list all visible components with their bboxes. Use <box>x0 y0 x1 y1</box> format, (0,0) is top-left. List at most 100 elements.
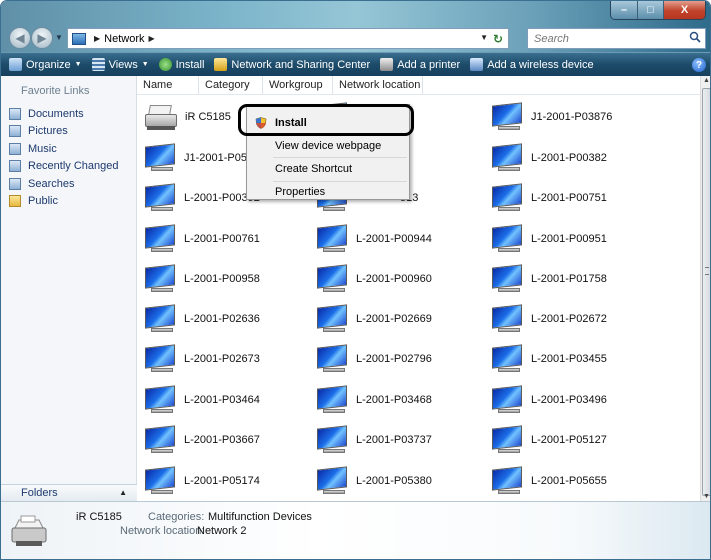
list-item[interactable]: L-2001-P03468 <box>315 380 432 420</box>
network-center-icon <box>214 58 228 71</box>
list-item[interactable]: L-2001-P00392 <box>143 178 260 218</box>
menu-item-view-webpage[interactable]: View device webpage <box>249 136 407 156</box>
item-label: L-2001-P00958 <box>184 273 260 285</box>
back-button[interactable]: ◀ <box>9 27 31 49</box>
title-bar[interactable]: – □ X <box>1 1 710 21</box>
close-button[interactable]: X <box>663 1 705 19</box>
column-network-location[interactable]: Network location <box>333 76 423 95</box>
list-item[interactable]: L-2001-P00382 <box>490 138 607 178</box>
item-label: L-2001-P05655 <box>531 475 607 487</box>
computer-icon <box>490 304 524 333</box>
network-center-button[interactable]: Network and Sharing Center <box>214 58 370 71</box>
breadcrumb-network[interactable]: Network <box>104 33 144 45</box>
menu-item-create-shortcut[interactable]: Create Shortcut <box>249 159 407 179</box>
list-item[interactable]: L-2001-P05174 <box>143 461 260 501</box>
add-wireless-button[interactable]: Add a wireless device <box>470 58 594 71</box>
breadcrumb-separator-icon[interactable]: ▶ <box>149 34 155 43</box>
computer-icon <box>490 102 524 131</box>
item-label: L-2001-P03496 <box>531 394 607 406</box>
list-item[interactable]: L-2001-P03464 <box>143 380 260 420</box>
printer-small-icon <box>380 58 394 71</box>
scroll-up-icon[interactable]: ▲ <box>703 77 710 84</box>
list-item[interactable]: L-2001-P02636 <box>143 299 260 339</box>
item-label: L-2001-P05380 <box>356 475 432 487</box>
install-button[interactable]: Install <box>158 58 204 71</box>
column-workgroup[interactable]: Workgroup <box>263 76 333 95</box>
list-item[interactable]: L-2001-P05380 <box>315 461 432 501</box>
address-row: ◀ ▶ ▼ ▶ Network ▶ ▼ ↻ <box>1 21 710 52</box>
list-item[interactable]: L-2001-P03737 <box>315 420 432 460</box>
search-icon[interactable] <box>689 31 701 43</box>
list-item[interactable]: L-2001-P05127 <box>490 420 607 460</box>
views-button[interactable]: Views ▼ <box>91 58 149 71</box>
computer-icon <box>143 304 177 333</box>
recent-pages-dropdown[interactable]: ▼ <box>55 33 63 43</box>
computer-icon <box>143 143 177 172</box>
search-box[interactable] <box>527 28 706 49</box>
sidebar-item-recently-changed[interactable]: Recently Changed <box>9 158 119 176</box>
computer-icon <box>490 385 524 414</box>
list-item[interactable]: iR C5185 <box>143 97 231 137</box>
computer-icon <box>315 344 349 373</box>
favorite-links-heading: Favorite Links <box>21 85 90 97</box>
list-item[interactable]: L-2001-P00958 <box>143 259 260 299</box>
sidebar-item-label: Documents <box>28 107 84 120</box>
folders-toggle[interactable]: Folders ▲ <box>1 484 137 501</box>
list-item[interactable]: L-2001-P02669 <box>315 299 432 339</box>
list-item[interactable]: L-2001-P03455 <box>490 339 607 379</box>
list-item[interactable]: L-2001-P02796 <box>315 339 432 379</box>
caption-buttons: – □ X <box>610 1 706 20</box>
sidebar-item-music[interactable]: Music <box>9 140 119 158</box>
address-dropdown-icon[interactable]: ▼ <box>480 33 488 42</box>
refresh-icon[interactable]: ↻ <box>490 31 506 46</box>
list-item[interactable]: L-2001-P03496 <box>490 380 607 420</box>
file-list: iR C5185 J1-2001-P03876 J1-2001-P05651 L… <box>137 95 700 501</box>
item-label: L-2001-P00960 <box>356 273 432 285</box>
list-item[interactable]: L-2001-P05655 <box>490 461 607 501</box>
sidebar-item-public[interactable]: Public <box>9 193 119 211</box>
list-item[interactable]: L-2001-P02672 <box>490 299 607 339</box>
sidebar-item-pictures[interactable]: Pictures <box>9 123 119 141</box>
sidebar-item-label: Searches <box>28 177 75 190</box>
address-bar[interactable]: ▶ Network ▶ ▼ ↻ <box>67 28 509 49</box>
sidebar-item-label: Pictures <box>28 125 68 138</box>
list-item[interactable]: L-2001-P00751 <box>490 178 607 218</box>
computer-icon <box>143 466 177 495</box>
music-icon <box>9 142 21 155</box>
help-icon[interactable]: ? <box>692 58 706 72</box>
minimize-button[interactable]: – <box>611 1 637 19</box>
column-name[interactable]: Name <box>137 76 199 95</box>
list-item[interactable]: L-2001-P00944 <box>315 219 432 259</box>
column-category[interactable]: Category <box>199 76 263 95</box>
sidebar-item-searches[interactable]: Searches <box>9 175 119 193</box>
list-item[interactable]: L-2001-P00951 <box>490 219 607 259</box>
list-item[interactable]: L-2001-P01758 <box>490 259 607 299</box>
network-center-label: Network and Sharing Center <box>231 58 371 71</box>
list-item[interactable]: J1-2001-P03876 <box>490 97 612 137</box>
forward-arrow-icon: ▶ <box>37 31 47 45</box>
menu-item-properties[interactable]: Properties <box>249 182 407 202</box>
add-wireless-label: Add a wireless device <box>487 58 594 71</box>
scroll-down-icon[interactable]: ▼ <box>703 493 710 500</box>
item-label: L-2001-P03468 <box>356 394 432 406</box>
add-printer-button[interactable]: Add a printer <box>380 58 460 71</box>
list-item[interactable]: L-2001-P03667 <box>143 420 260 460</box>
scrollbar-thumb[interactable] <box>702 88 710 496</box>
list-item[interactable]: L-2001-P02673 <box>143 339 260 379</box>
views-icon <box>91 58 105 71</box>
documents-icon <box>9 107 21 120</box>
computer-icon <box>143 425 177 454</box>
search-input[interactable] <box>534 32 684 45</box>
command-bar: Organize ▼ Views ▼ Install Network and S… <box>1 52 710 76</box>
forward-button[interactable]: ▶ <box>31 27 53 49</box>
organize-button[interactable]: Organize ▼ <box>9 58 82 71</box>
computer-icon <box>315 385 349 414</box>
item-label: L-2001-P00944 <box>356 233 432 245</box>
list-item[interactable]: L-2001-P00960 <box>315 259 432 299</box>
computer-icon <box>490 264 524 293</box>
breadcrumb-separator-icon[interactable]: ▶ <box>94 34 100 43</box>
vertical-scrollbar[interactable]: ▲ ▼ <box>700 76 710 501</box>
sidebar-item-documents[interactable]: Documents <box>9 105 119 123</box>
maximize-button[interactable]: □ <box>637 1 663 19</box>
list-item[interactable]: L-2001-P00761 <box>143 219 260 259</box>
